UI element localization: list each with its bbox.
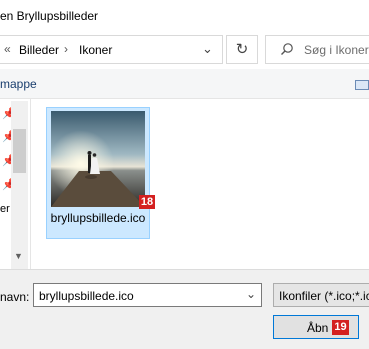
- window-title: en Bryllupsbilleder: [0, 9, 99, 23]
- wedding-photo-thumbnail: [51, 111, 145, 207]
- refresh-button[interactable]: ↻: [226, 35, 258, 64]
- breadcrumb-ikoner[interactable]: Ikoner: [79, 43, 112, 57]
- file-list: 18 bryllupsbillede.ico: [31, 99, 369, 269]
- refresh-icon: ↻: [235, 41, 249, 58]
- filetype-value: Ikonfiler (*.ico;*.ic: [279, 289, 369, 303]
- breadcrumb-billeder[interactable]: Billeder: [19, 43, 59, 57]
- breadcrumb-separator-icon[interactable]: ›: [64, 42, 68, 56]
- nav-item-label[interactable]: er: [0, 203, 10, 215]
- view-options-icon[interactable]: [355, 80, 369, 90]
- new-folder-button[interactable]: mappe: [0, 77, 37, 91]
- nav-scrollbar[interactable]: ▼: [11, 101, 28, 269]
- search-icon: [281, 43, 293, 55]
- file-name-label: bryllupsbillede.ico: [50, 211, 146, 225]
- file-item-bryllupsbillede[interactable]: 18 bryllupsbillede.ico: [46, 107, 155, 239]
- address-bar[interactable]: « Billeder › Ikoner ⌄: [0, 35, 223, 64]
- address-row: « Billeder › Ikoner ⌄ ↻ Søg i Ikoner: [0, 31, 369, 69]
- file-number-badge: 18: [139, 195, 155, 209]
- filename-value[interactable]: bryllupsbillede.ico: [39, 289, 134, 303]
- open-button-number-badge: 19: [332, 320, 349, 335]
- search-box[interactable]: Søg i Ikoner: [265, 35, 369, 64]
- overflow-chevron-icon[interactable]: «: [4, 42, 11, 56]
- title-bar: en Bryllupsbilleder: [0, 0, 369, 31]
- dialog-footer: navn: bryllupsbillede.ico ⌄ Ikonfiler (*…: [0, 269, 369, 349]
- filename-dropdown-icon[interactable]: ⌄: [246, 287, 256, 301]
- toolbar: mappe: [0, 69, 369, 99]
- filename-input[interactable]: bryllupsbillede.ico ⌄: [33, 283, 262, 307]
- open-button[interactable]: Åbn 19: [273, 315, 359, 339]
- scrollbar-thumb[interactable]: [13, 129, 26, 173]
- filename-label: navn:: [0, 290, 30, 304]
- open-button-label: Åbn: [307, 321, 329, 335]
- search-input[interactable]: Søg i Ikoner: [304, 43, 369, 57]
- scroll-down-arrow-icon[interactable]: ▼: [14, 251, 23, 261]
- filetype-select[interactable]: Ikonfiler (*.ico;*.ic: [273, 283, 369, 307]
- address-dropdown-icon[interactable]: ⌄: [202, 41, 213, 57]
